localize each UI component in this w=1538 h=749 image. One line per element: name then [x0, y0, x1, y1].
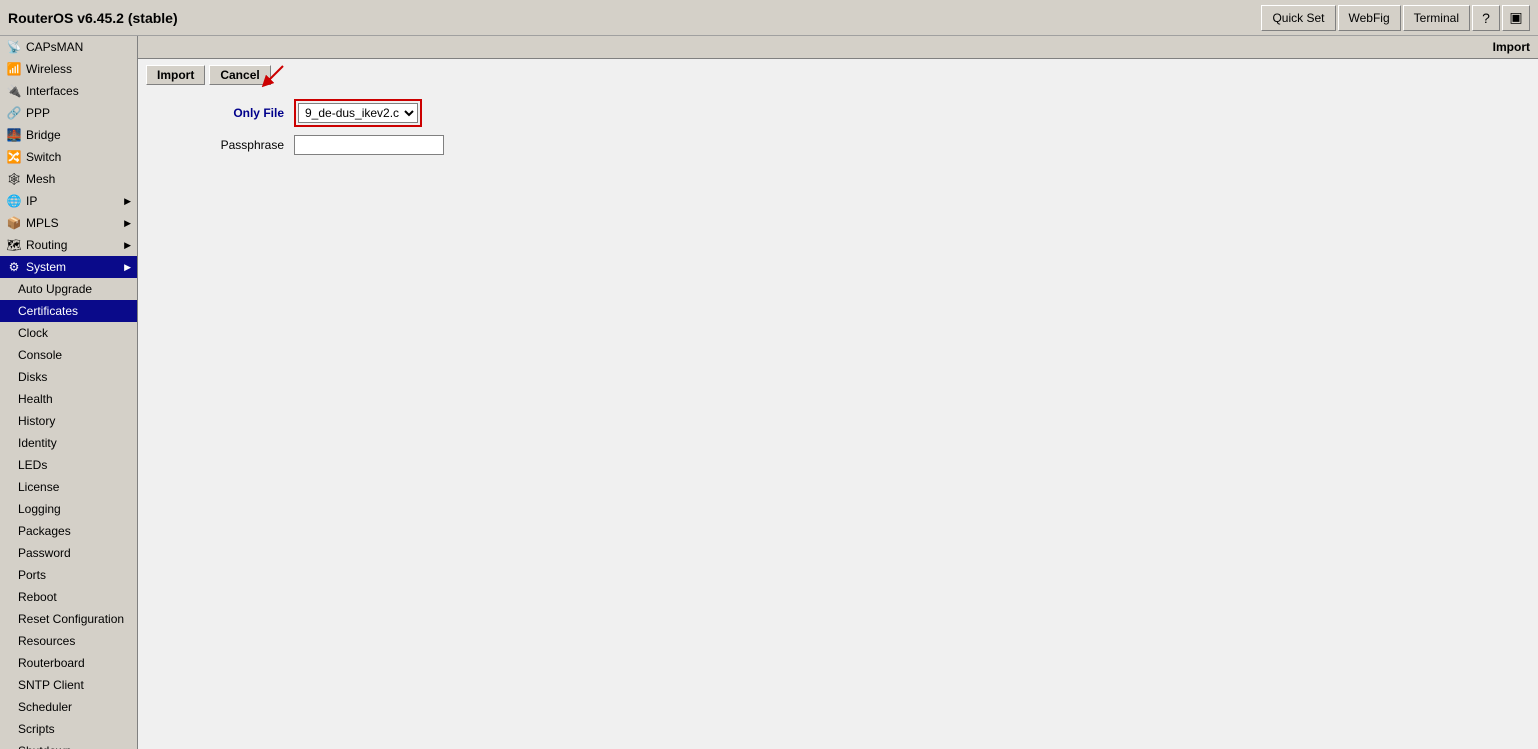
app-title: RouterOS v6.45.2 (stable): [8, 10, 1261, 26]
terminal-button[interactable]: Terminal: [1403, 5, 1470, 31]
sidebar-label-system: System: [26, 260, 66, 274]
sidebar-subitem-console[interactable]: Console: [0, 344, 137, 366]
ppp-icon: 🔗: [6, 106, 22, 120]
mesh-icon: 🕸: [6, 172, 22, 186]
sidebar-item-switch[interactable]: 🔀 Switch: [0, 146, 137, 168]
sidebar-label-mpls: MPLS: [26, 216, 59, 230]
form-area: Only File 9_de-dus_ikev2.crt Passphrase: [138, 91, 1538, 171]
passphrase-input[interactable]: [294, 135, 444, 155]
sidebar-subitem-auto-upgrade[interactable]: Auto Upgrade: [0, 278, 137, 300]
sidebar-item-ppp[interactable]: 🔗 PPP: [0, 102, 137, 124]
sidebar-label-ppp: PPP: [26, 106, 50, 120]
sidebar-subitem-password[interactable]: Password: [0, 542, 137, 564]
sidebar-subitem-routerboard[interactable]: Routerboard: [0, 652, 137, 674]
sidebar-label-interfaces: Interfaces: [26, 84, 79, 98]
sidebar-label-ip: IP: [26, 194, 37, 208]
switch-icon: 🔀: [6, 150, 22, 164]
toolbar: Import Cancel: [138, 59, 1538, 91]
capsman-icon: 📡: [6, 40, 22, 54]
sidebar-subitem-leds[interactable]: LEDs: [0, 454, 137, 476]
bridge-icon: 🌉: [6, 128, 22, 142]
sidebar-item-wireless[interactable]: 📶 Wireless: [0, 58, 137, 80]
sidebar-subitem-logging[interactable]: Logging: [0, 498, 137, 520]
sidebar: 📡 CAPsMAN 📶 Wireless 🔌 Interfaces 🔗 PPP …: [0, 36, 138, 749]
sidebar-item-ip[interactable]: 🌐 IP: [0, 190, 137, 212]
sidebar-label-capsman: CAPsMAN: [26, 40, 83, 54]
sidebar-item-system[interactable]: ⚙ System: [0, 256, 137, 278]
sidebar-item-routing[interactable]: 🗺 Routing: [0, 234, 137, 256]
settings-icon-button[interactable]: ▣: [1502, 5, 1530, 31]
mpls-icon: 📦: [6, 216, 22, 230]
sidebar-item-interfaces[interactable]: 🔌 Interfaces: [0, 80, 137, 102]
sidebar-item-capsman[interactable]: 📡 CAPsMAN: [0, 36, 137, 58]
cancel-button[interactable]: Cancel: [209, 65, 270, 85]
sidebar-subitem-scheduler[interactable]: Scheduler: [0, 696, 137, 718]
sidebar-label-wireless: Wireless: [26, 62, 72, 76]
page-header: Import: [138, 36, 1538, 59]
sidebar-subitem-health[interactable]: Health: [0, 388, 137, 410]
main-layout: 📡 CAPsMAN 📶 Wireless 🔌 Interfaces 🔗 PPP …: [0, 36, 1538, 749]
content-area: Import Import Cancel Only File: [138, 36, 1538, 749]
sidebar-subitem-scripts[interactable]: Scripts: [0, 718, 137, 740]
sidebar-subitem-certificates[interactable]: Certificates: [0, 300, 137, 322]
sidebar-label-switch: Switch: [26, 150, 61, 164]
page-title: Import: [1493, 40, 1530, 54]
sidebar-subitem-packages[interactable]: Packages: [0, 520, 137, 542]
sidebar-subitem-history[interactable]: History: [0, 410, 137, 432]
sidebar-label-routing: Routing: [26, 238, 67, 252]
passphrase-group: Passphrase: [154, 135, 1522, 155]
only-file-group: Only File 9_de-dus_ikev2.crt: [154, 99, 1522, 127]
top-bar: RouterOS v6.45.2 (stable) Quick Set WebF…: [0, 0, 1538, 36]
webfig-button[interactable]: WebFig: [1338, 5, 1401, 31]
only-file-input-wrapper: 9_de-dus_ikev2.crt: [294, 99, 422, 127]
passphrase-label: Passphrase: [154, 138, 294, 152]
system-icon: ⚙: [6, 260, 22, 274]
routing-icon: 🗺: [6, 238, 22, 252]
only-file-label: Only File: [154, 106, 294, 120]
wireless-icon: 📶: [6, 62, 22, 76]
quick-set-button[interactable]: Quick Set: [1261, 5, 1335, 31]
top-buttons: Quick Set WebFig Terminal ? ▣: [1261, 5, 1530, 31]
sidebar-subitem-reset-config[interactable]: Reset Configuration: [0, 608, 137, 630]
sidebar-subitem-shutdown[interactable]: Shutdown: [0, 740, 137, 749]
sidebar-subitem-disks[interactable]: Disks: [0, 366, 137, 388]
only-file-select[interactable]: 9_de-dus_ikev2.crt: [298, 103, 418, 123]
ip-icon: 🌐: [6, 194, 22, 208]
help-icon-button[interactable]: ?: [1472, 5, 1500, 31]
sidebar-label-bridge: Bridge: [26, 128, 61, 142]
sidebar-subitem-identity[interactable]: Identity: [0, 432, 137, 454]
sidebar-subitem-reboot[interactable]: Reboot: [0, 586, 137, 608]
sidebar-subitem-ports[interactable]: Ports: [0, 564, 137, 586]
interfaces-icon: 🔌: [6, 84, 22, 98]
sidebar-item-bridge[interactable]: 🌉 Bridge: [0, 124, 137, 146]
sidebar-subitem-license[interactable]: License: [0, 476, 137, 498]
sidebar-item-mpls[interactable]: 📦 MPLS: [0, 212, 137, 234]
sidebar-label-mesh: Mesh: [26, 172, 55, 186]
sidebar-item-mesh[interactable]: 🕸 Mesh: [0, 168, 137, 190]
sidebar-subitem-resources[interactable]: Resources: [0, 630, 137, 652]
sidebar-subitem-clock[interactable]: Clock: [0, 322, 137, 344]
sidebar-subitem-sntp[interactable]: SNTP Client: [0, 674, 137, 696]
import-button[interactable]: Import: [146, 65, 205, 85]
